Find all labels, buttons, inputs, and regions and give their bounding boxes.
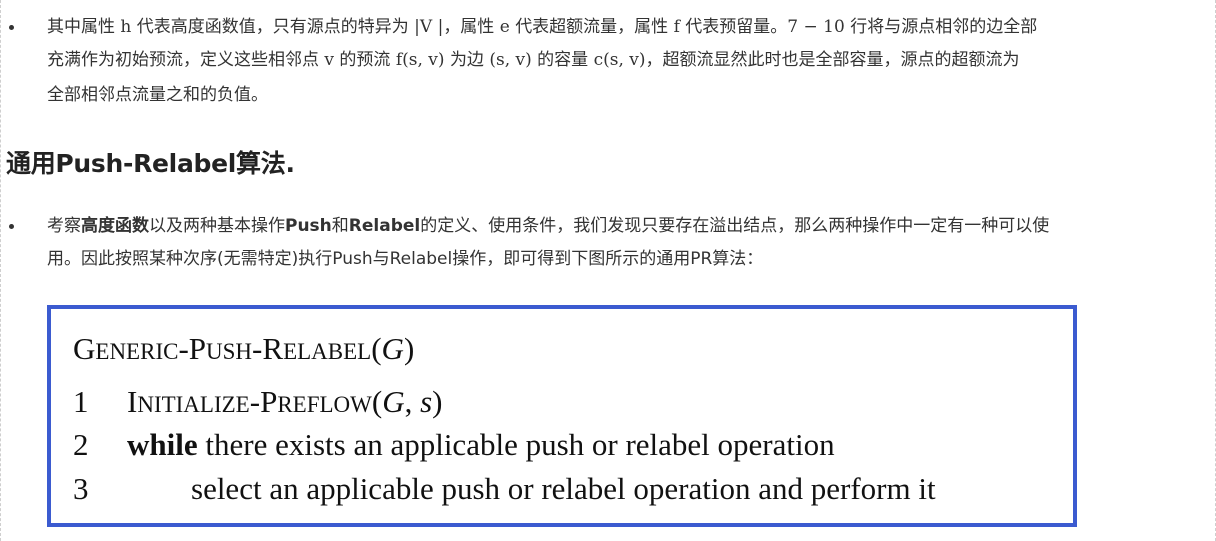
smallcaps-cap: P bbox=[260, 384, 278, 419]
text: 代表超额流量，属性 bbox=[515, 17, 669, 37]
smallcaps-cap: R bbox=[262, 331, 284, 366]
line-number: 3 bbox=[73, 471, 89, 506]
paragraph-2-line-1: 考察高度函数以及两种基本操作Push和Relabel的定义、使用条件，我们发现只… bbox=[47, 213, 1207, 239]
smallcaps-rest: USH bbox=[206, 339, 253, 364]
math-v: v bbox=[324, 50, 335, 70]
keyword-while: while bbox=[127, 427, 198, 462]
text: 以及两种基本操作 bbox=[149, 216, 285, 236]
math-e: e bbox=[499, 17, 510, 37]
math-f: f bbox=[673, 17, 680, 37]
arg: G bbox=[381, 331, 404, 366]
section-heading: 通用Push-Relabel算法. bbox=[6, 149, 295, 178]
comma: , bbox=[404, 384, 421, 419]
smallcaps-cap: G bbox=[73, 331, 96, 366]
paragraph-1-line-2: 充满作为初始预流，定义这些相邻点 v 的预流 f(s, v) 为边 (s, v)… bbox=[47, 47, 1207, 73]
algorithm-line-2: 2 while there exists an applicable push o… bbox=[73, 427, 835, 463]
dash: - bbox=[249, 384, 261, 419]
math-sv: (s, v) bbox=[489, 50, 532, 70]
line-number: 2 bbox=[73, 427, 89, 462]
dash: - bbox=[252, 331, 263, 366]
text: 用。因此按照某种次序(无需特定)执行Push与Relabel操作，即可得到下图所… bbox=[47, 249, 764, 269]
text: 全部相邻点流量之和的负值。 bbox=[47, 85, 268, 105]
text: ，属性 bbox=[443, 17, 495, 37]
bold-text: Relabel bbox=[348, 216, 421, 236]
algorithm-title: GENERIC-PUSH-RELABEL(G) bbox=[73, 331, 414, 367]
text: 考察 bbox=[47, 216, 81, 236]
text: 和 bbox=[331, 216, 349, 236]
bold-text: 高度函数 bbox=[81, 216, 149, 236]
smallcaps-rest: ELABEL bbox=[283, 339, 372, 364]
bullet-dot bbox=[9, 25, 14, 30]
dash: - bbox=[178, 331, 189, 366]
text: 的容量 bbox=[537, 50, 589, 70]
paragraph-1-line-3: 全部相邻点流量之和的负值。 bbox=[47, 82, 1207, 108]
algorithm-figure: GENERIC-PUSH-RELABEL(G) 1 INITIALIZE-PREF… bbox=[47, 305, 1077, 527]
line-text: select an applicable push or relabel ope… bbox=[191, 471, 936, 506]
smallcaps-rest: NITIALIZE bbox=[137, 392, 250, 417]
math-h: h bbox=[120, 17, 132, 37]
math-fsv: f(s, v) bbox=[395, 50, 445, 70]
algorithm-line-1: 1 INITIALIZE-PREFLOW(G, s) bbox=[73, 384, 443, 420]
paren: ( bbox=[371, 384, 383, 419]
text: 充满作为初始预流，定义这些相邻点 bbox=[47, 50, 319, 70]
page: 其中属性 h 代表高度函数值，只有源点的特异为 |V |，属性 e 代表超额流量… bbox=[0, 0, 1216, 541]
text: 的定义、使用条件，我们发现只要存在溢出结点，那么两种操作中一定有一种可以使 bbox=[420, 216, 1050, 236]
text: 代表预留量。 bbox=[685, 17, 788, 37]
math-range: 7 − 10 bbox=[787, 17, 845, 37]
algorithm-line-3: 3 select an applicable push or relabel op… bbox=[73, 471, 936, 507]
paragraph-1-line-1: 其中属性 h 代表高度函数值，只有源点的特异为 |V |，属性 e 代表超额流量… bbox=[47, 14, 1207, 40]
text: 其中属性 bbox=[47, 17, 115, 37]
paren: ) bbox=[432, 384, 443, 419]
smallcaps-cap: P bbox=[188, 331, 207, 366]
math-csv: c(s, v) bbox=[593, 50, 646, 70]
smallcaps-cap: I bbox=[127, 384, 138, 419]
text: 行将与源点相邻的边全部 bbox=[850, 17, 1038, 37]
line-text: there exists an applicable push or relab… bbox=[197, 427, 835, 462]
smallcaps-rest: ENERIC bbox=[95, 339, 179, 364]
paragraph-2-line-2: 用。因此按照某种次序(无需特定)执行Push与Relabel操作，即可得到下图所… bbox=[47, 246, 1207, 272]
text: 的预流 bbox=[339, 50, 391, 70]
paren: ( bbox=[371, 331, 382, 366]
bold-text: Push bbox=[285, 216, 332, 236]
text: 为边 bbox=[449, 50, 484, 70]
smallcaps-rest: REFLOW bbox=[277, 392, 372, 417]
math-V: |V | bbox=[414, 17, 444, 37]
text: 代表高度函数值，只有源点的特异为 bbox=[136, 17, 409, 37]
bullet-dot bbox=[9, 224, 14, 229]
text: ，超额流显然此时也是全部容量，源点的超额流为 bbox=[645, 50, 1020, 70]
arg: s bbox=[420, 384, 433, 419]
line-number: 1 bbox=[73, 384, 89, 419]
paren: ) bbox=[403, 331, 415, 366]
arg: G bbox=[382, 384, 405, 419]
